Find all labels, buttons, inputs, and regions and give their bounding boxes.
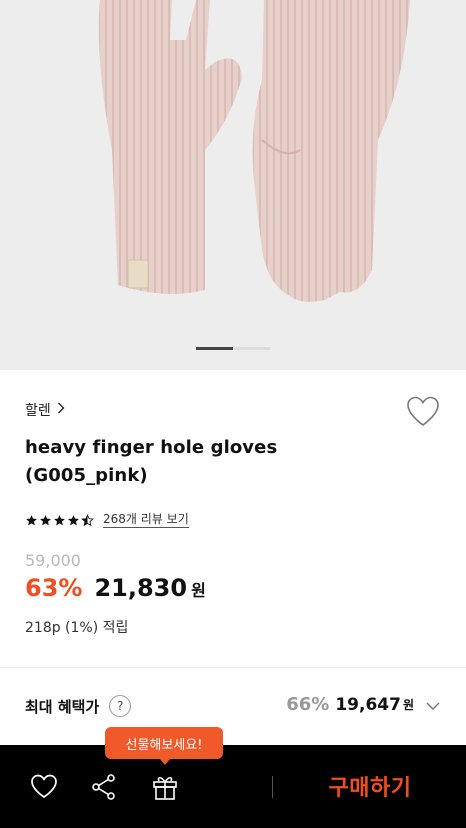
- product-title-line2: (G005_pink): [25, 465, 148, 486]
- product-image[interactable]: [0, 0, 466, 370]
- heart-outline-icon: [407, 396, 439, 427]
- star-icon: [26, 514, 37, 525]
- price-row: 63% 21,830 원: [25, 574, 206, 602]
- star-icon: [68, 514, 79, 525]
- product-title: heavy finger hole gloves (G005_pink): [25, 434, 325, 490]
- bottom-bar-divider: [272, 776, 273, 798]
- image-pager: [196, 347, 270, 350]
- reward-points: 218p (1%) 적립: [25, 620, 129, 636]
- gift-icon: [153, 776, 177, 800]
- question-icon[interactable]: ?: [109, 695, 132, 717]
- original-price: 59,000: [25, 551, 81, 570]
- brand-link[interactable]: 할렌: [25, 400, 65, 420]
- chevron-down-icon: [426, 695, 440, 714]
- max-benefit-price: 19,647: [335, 694, 401, 715]
- heart-outline-icon: [31, 774, 57, 799]
- share-button[interactable]: [90, 773, 118, 801]
- currency-unit: 원: [191, 581, 206, 600]
- max-benefit-toggle[interactable]: 66% 19,647 원: [286, 694, 440, 715]
- review-link[interactable]: 268개 리뷰 보기: [103, 512, 189, 528]
- pager-indicator: [196, 347, 233, 350]
- gift-tooltip: 선물해보세요!: [105, 727, 223, 765]
- brand-name: 할렌: [25, 403, 51, 419]
- product-title-line1: heavy finger hole gloves: [25, 437, 278, 458]
- max-benefit-label-group: 최대 혜택가 ?: [25, 695, 132, 717]
- star-icon: [54, 514, 65, 525]
- gift-tooltip-text: 선물해보세요!: [125, 737, 203, 753]
- share-icon: [92, 774, 115, 800]
- sale-price: 21,830: [94, 574, 188, 602]
- wishlist-button[interactable]: [406, 396, 440, 428]
- bottom-wishlist-button[interactable]: [30, 773, 58, 801]
- gloves-illustration: [98, 0, 410, 302]
- max-benefit-label: 최대 혜택가: [25, 697, 100, 716]
- gift-button[interactable]: [151, 773, 179, 801]
- max-benefit-rate: 66%: [286, 694, 330, 715]
- rating-stars: [25, 513, 95, 527]
- max-benefit-unit: 원: [402, 698, 414, 712]
- rating-row: 268개 리뷰 보기: [25, 512, 189, 528]
- discount-rate: 63%: [25, 574, 83, 602]
- chevron-right-icon: [57, 402, 65, 418]
- star-icon: [40, 514, 51, 525]
- section-divider: [0, 667, 466, 668]
- star-half-icon: [81, 513, 94, 526]
- buy-button[interactable]: 구매하기: [300, 770, 440, 802]
